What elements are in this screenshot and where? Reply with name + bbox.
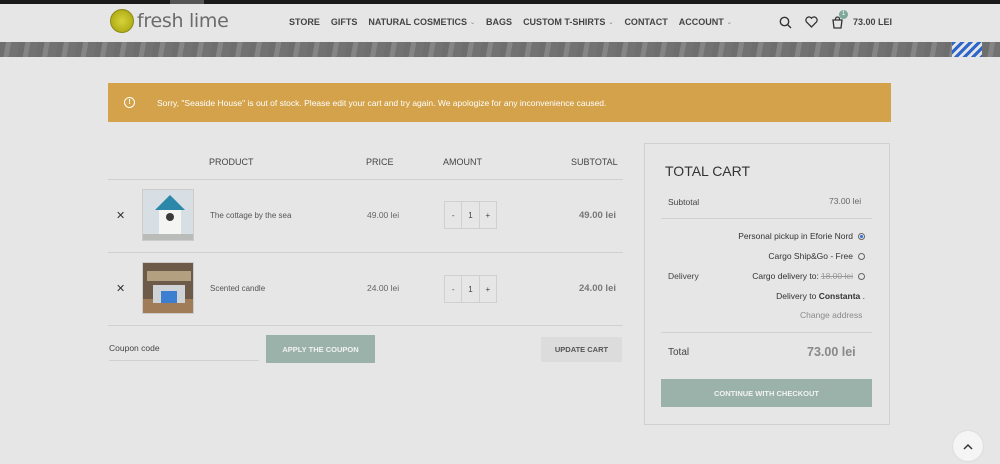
decrease-qty-button[interactable]: - xyxy=(445,276,461,302)
out-of-stock-notice: ! Sorry, "Seaside House" is out of stock… xyxy=(108,83,891,122)
apply-coupon-button[interactable]: APPLY THE COUPON xyxy=(266,335,375,363)
quantity-stepper: - 1 + xyxy=(444,201,497,229)
cart-icon[interactable]: 1 xyxy=(830,10,848,29)
item-subtotal: 49.00 lei xyxy=(579,210,616,221)
chevron-up-icon xyxy=(963,443,973,450)
shipping-option-label: Cargo delivery to: xyxy=(752,271,819,281)
shipping-option-shipgo[interactable]: Cargo Ship&Go - Free xyxy=(768,251,865,261)
cart-totals-title: TOTAL CART xyxy=(665,163,751,179)
nav-label: NATURAL COSMETICS xyxy=(368,17,468,27)
shipping-option-label: Cargo Ship&Go - Free xyxy=(768,251,853,261)
candle-image xyxy=(143,263,193,313)
decrease-qty-button[interactable]: - xyxy=(445,202,461,228)
quantity-input[interactable]: 1 xyxy=(461,276,480,302)
shipping-option-cargo[interactable]: Cargo delivery to: 18.00 lei xyxy=(752,271,865,281)
increase-qty-button[interactable]: + xyxy=(480,276,496,302)
main-nav: STORE GIFTS NATURAL COSMETICS ⌄ BAGS CUST… xyxy=(289,17,743,27)
chevron-down-icon: ⌄ xyxy=(470,19,476,26)
divider xyxy=(661,218,872,219)
product-name[interactable]: Scented candle xyxy=(210,284,265,293)
notice-text: Sorry, "Seaside House" is out of stock. … xyxy=(157,97,607,108)
cart-count-badge: 1 xyxy=(839,10,848,19)
delivery-destination: Delivery to Constanta . xyxy=(776,291,865,301)
column-header-price: PRICE xyxy=(366,157,394,167)
nav-label: ACCOUNT xyxy=(678,17,724,27)
scroll-to-top-button[interactable] xyxy=(953,431,983,461)
subtotal-label: Subtotal xyxy=(668,197,700,207)
subtotal-value: 73.00 lei xyxy=(829,196,862,206)
nav-item-custom-tshirts[interactable]: CUSTOM T-SHIRTS ⌄ xyxy=(523,17,613,27)
remove-item-button[interactable]: ✕ xyxy=(116,282,125,295)
remove-item-button[interactable]: ✕ xyxy=(116,209,125,222)
delivery-to-suffix: . xyxy=(862,291,865,301)
total-label: Total xyxy=(668,347,690,358)
shipping-strike-price: 18.00 lei xyxy=(820,271,853,281)
site-header: fresh lime STORE GIFTS NATURAL COSMETICS… xyxy=(0,4,1000,42)
shipping-radio[interactable] xyxy=(858,252,865,260)
divider xyxy=(108,179,623,180)
nav-item-gifts[interactable]: GIFTS xyxy=(331,17,358,27)
nav-item-store[interactable]: STORE xyxy=(289,17,320,27)
column-header-subtotal: SUBTOTAL xyxy=(571,157,618,167)
product-price: 49.00 lei xyxy=(367,210,400,220)
shipping-option-label: Personal pickup in Eforie Nord xyxy=(738,231,853,241)
shipping-option-pickup[interactable]: Personal pickup in Eforie Nord xyxy=(738,231,865,241)
divider xyxy=(108,325,623,326)
nav-label: CUSTOM T-SHIRTS xyxy=(523,17,606,27)
total-value: 73.00 lei xyxy=(807,345,856,359)
column-header-amount: AMOUNT xyxy=(443,157,482,167)
chevron-down-icon: ⌄ xyxy=(726,19,732,26)
column-header-product: PRODUCT xyxy=(209,157,254,167)
product-price: 24.00 lei xyxy=(367,283,400,293)
nav-item-contact[interactable]: CONTACT xyxy=(624,17,667,27)
header-cart-total[interactable]: 73.00 LEI xyxy=(853,17,892,27)
delivery-label: Delivery xyxy=(668,271,699,281)
coupon-code-input[interactable]: Coupon code xyxy=(109,343,259,361)
birdhouse-image xyxy=(143,190,193,240)
delivery-city: Constanta xyxy=(818,291,861,301)
quantity-stepper: - 1 + xyxy=(444,275,497,303)
nav-item-account[interactable]: ACCOUNT ⌄ xyxy=(679,17,732,27)
hero-image-strip xyxy=(0,42,1000,57)
product-thumbnail[interactable] xyxy=(142,189,194,241)
lime-logo-icon xyxy=(110,9,134,33)
divider xyxy=(108,252,623,253)
change-address-link[interactable]: Change address xyxy=(800,310,862,320)
header-icons: 1 73.00 LEI xyxy=(778,10,892,29)
brand-name: fresh lime xyxy=(137,10,229,32)
chevron-down-icon: ⌄ xyxy=(608,19,614,26)
nav-item-bags[interactable]: BAGS xyxy=(486,17,512,27)
item-subtotal: 24.00 lei xyxy=(579,283,616,294)
quantity-input[interactable]: 1 xyxy=(461,202,480,228)
update-cart-button[interactable]: UPDATE CART xyxy=(541,337,622,362)
shipping-radio[interactable] xyxy=(858,272,865,280)
product-thumbnail[interactable] xyxy=(142,262,194,314)
heart-icon[interactable] xyxy=(804,15,818,29)
search-icon[interactable] xyxy=(778,15,792,29)
nav-item-natural-cosmetics[interactable]: NATURAL COSMETICS ⌄ xyxy=(368,17,475,27)
nav-label: BAGS xyxy=(486,17,513,27)
info-icon: ! xyxy=(124,97,135,108)
nav-label: STORE xyxy=(289,17,320,27)
delivery-to-prefix: Delivery to xyxy=(776,291,817,301)
shipping-radio[interactable] xyxy=(858,232,865,240)
checkout-button[interactable]: CONTINUE WITH CHECKOUT xyxy=(661,379,872,407)
product-name[interactable]: The cottage by the sea xyxy=(210,211,291,220)
logo[interactable]: fresh lime xyxy=(110,9,229,33)
increase-qty-button[interactable]: + xyxy=(480,202,496,228)
divider xyxy=(661,332,872,333)
nav-label: CONTACT xyxy=(624,17,668,27)
nav-label: GIFTS xyxy=(330,17,358,27)
